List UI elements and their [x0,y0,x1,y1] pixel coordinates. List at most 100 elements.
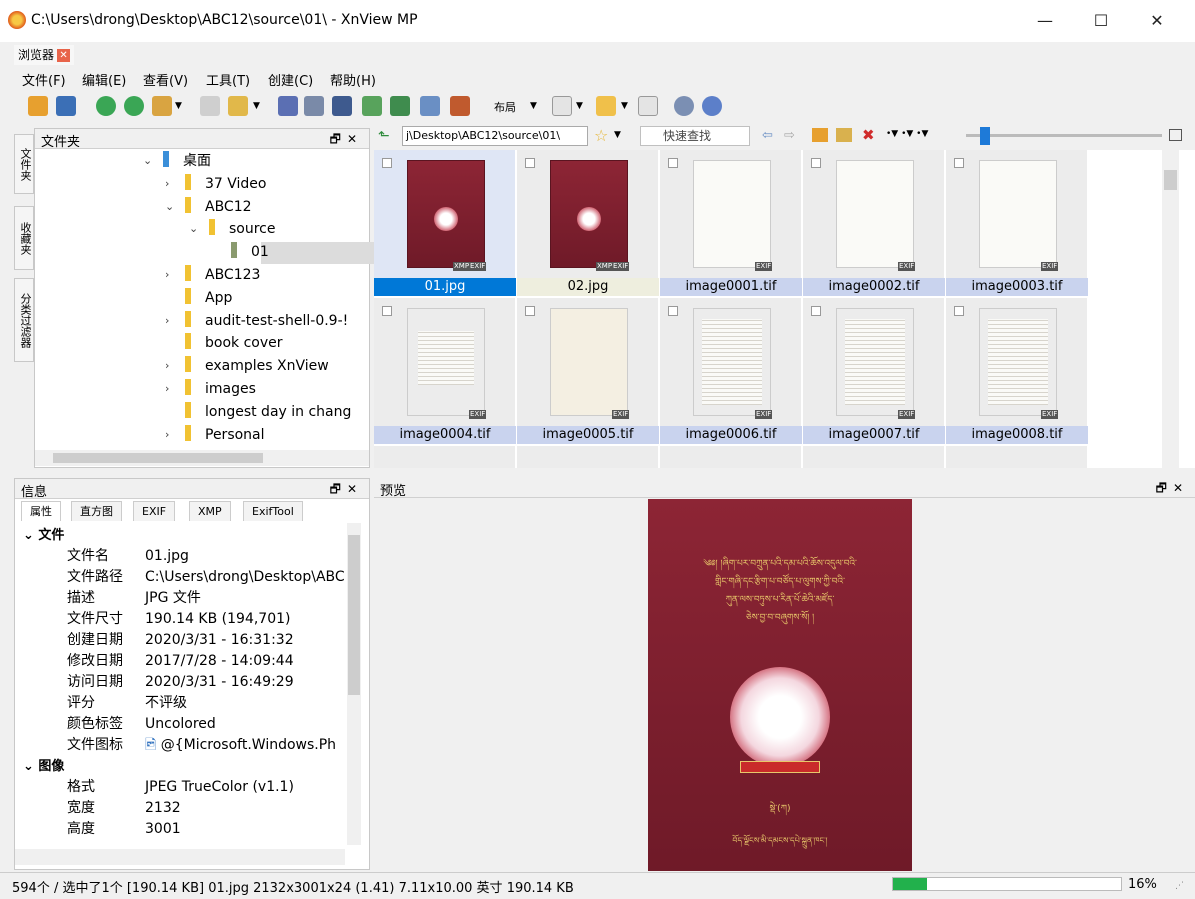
tree-item[interactable]: ⌄ ABC12 [35,196,381,218]
collapse-arrow-icon[interactable]: ⌄ [23,528,38,543]
close-window-button[interactable]: ✕ [1134,6,1180,36]
delete-icon[interactable]: ✖ [862,126,875,144]
thumbnail-scroll-thumb[interactable] [1164,170,1177,190]
favorites-star-icon[interactable]: ☆ [594,126,608,145]
menu-help[interactable]: 帮助(H) [330,70,376,89]
info-tab-exif[interactable]: EXIF [133,501,176,521]
expand-arrow-icon[interactable]: › [165,355,169,377]
tree-item[interactable]: ⌄ 桌面 [35,150,381,172]
thumbnail-checkbox[interactable] [382,158,392,168]
collapse-arrow-icon[interactable]: ⌄ [23,759,38,774]
thumbnail-checkbox[interactable] [954,306,964,316]
contact-sheet-icon[interactable] [450,96,470,116]
tab-browser[interactable]: 浏览器 ✕ [14,45,75,65]
maximize-button[interactable]: ☐ [1078,6,1124,36]
tree-item[interactable]: › audit-test-shell-0.9-! [35,310,381,332]
export-icon[interactable] [228,96,248,116]
collapse-arrow-icon[interactable]: ⌄ [165,196,174,218]
tree-item[interactable]: App [35,287,381,309]
thumbnail-item[interactable]: EXIF image0004.tif [374,298,516,444]
info-vertical-scrollbar[interactable] [347,523,361,845]
quick-search-input[interactable]: 快速查找 [640,126,750,146]
expand-arrow-icon[interactable]: › [165,378,169,400]
thumbnail-item-partial[interactable] [517,446,659,468]
scanner-icon[interactable] [332,96,352,116]
import-dropdown-icon[interactable]: ▼ [175,101,182,111]
thumbnail-item[interactable]: EXIF image0005.tif [517,298,659,444]
filter-icon[interactable] [596,96,616,116]
menu-file[interactable]: 文件(F) [22,70,66,89]
menu-tools[interactable]: 工具(T) [206,70,250,89]
thumbnail-checkbox[interactable] [668,158,678,168]
capture-icon[interactable] [420,96,440,116]
thumbnail-checkbox[interactable] [382,306,392,316]
open-folder-icon[interactable] [28,96,48,116]
help-icon[interactable] [702,96,722,116]
forward-arrow-icon[interactable]: ⇨ [784,128,795,143]
expand-arrow-icon[interactable]: › [165,173,169,195]
resize-grip-icon[interactable]: ⋰ [1175,881,1184,891]
info-scroll-thumb[interactable] [348,535,360,695]
folder-tree-horizontal-scrollbar[interactable] [35,450,369,466]
tree-item[interactable]: 01 [35,241,381,263]
info-tab-exiftool[interactable]: ExifTool [243,501,303,521]
path-input[interactable]: j\Desktop\ABC12\source\01\ [402,126,588,146]
favorites-dropdown-icon[interactable]: ▼ [614,130,621,140]
preview-panel-buttons[interactable]: 🗗✕ [1156,479,1189,500]
slideshow-icon[interactable] [362,96,382,116]
tree-item[interactable]: › 37 Video [35,173,381,195]
layout-button[interactable]: 布局 [494,99,516,115]
tree-item[interactable]: › examples XnView [35,355,381,377]
thumbnail-item[interactable]: EXIF image0001.tif [660,150,802,296]
import-icon[interactable] [152,96,172,116]
view-mode-dropdown-icon[interactable]: ▼ [576,101,583,111]
new-file-icon[interactable] [200,96,220,116]
side-tab-folders[interactable]: 文件夹 [14,134,34,194]
back-arrow-icon[interactable]: ⇦ [762,128,773,143]
thumbnail-item-partial[interactable] [660,446,802,468]
thumbnail-checkbox[interactable] [668,306,678,316]
thumbnail-checkbox[interactable] [811,158,821,168]
settings-gear-icon[interactable] [674,96,694,116]
go-up-icon[interactable]: ⬑ [378,128,394,144]
side-tab-favorites[interactable]: 收藏夹 [14,206,34,270]
thumbnail-checkbox[interactable] [811,306,821,316]
tree-item[interactable]: book cover [35,332,381,354]
thumbnail-item-partial[interactable] [803,446,945,468]
tree-item[interactable]: ⌄ source [35,218,381,240]
thumbnail-item-partial[interactable] [374,446,516,468]
sort-dropdown-icon[interactable]: •▼ •▼ •▼ [886,129,928,139]
tree-item[interactable]: longest day in chang [35,401,381,423]
thumbnail-item[interactable]: EXIF image0008.tif [946,298,1088,444]
compare-icon[interactable] [638,96,658,116]
info-tab-properties[interactable]: 属性 [21,501,61,521]
menu-edit[interactable]: 编辑(E) [82,70,126,89]
thumbnail-item[interactable]: EXIF image0002.tif [803,150,945,296]
filter-dropdown-icon[interactable]: ▼ [621,101,628,111]
thumbnail-checkbox[interactable] [525,158,535,168]
reload-icon[interactable] [124,96,144,116]
tree-item[interactable]: › Personal [35,424,381,446]
new-folder-icon[interactable] [812,128,828,142]
expand-arrow-icon[interactable]: › [165,264,169,286]
folder-tree-hscroll-thumb[interactable] [53,453,263,463]
info-horizontal-scrollbar[interactable] [15,849,345,865]
thumbnail-vertical-scrollbar[interactable] [1162,150,1179,468]
tree-item[interactable]: › images [35,378,381,400]
print-icon[interactable] [304,96,324,116]
expand-arrow-icon[interactable]: › [165,424,169,446]
thumbnail-item[interactable]: EXIF image0003.tif [946,150,1088,296]
menu-create[interactable]: 创建(C) [268,70,313,89]
thumbnail-item[interactable]: XMP EXIF 02.jpg [517,150,659,296]
collapse-arrow-icon[interactable]: ⌄ [143,150,152,172]
thumbnail-size-slider[interactable] [966,134,1162,137]
binoculars-icon[interactable] [278,96,298,116]
batch-icon[interactable] [390,96,410,116]
rename-icon[interactable] [836,128,852,142]
thumbnail-checkbox[interactable] [525,306,535,316]
layout-dropdown-icon[interactable]: ▼ [530,101,537,111]
thumbnail-item[interactable]: EXIF image0007.tif [803,298,945,444]
thumbnail-item-partial[interactable] [946,446,1088,468]
info-tab-histogram[interactable]: 直方图 [71,501,122,521]
collapse-arrow-icon[interactable]: ⌄ [189,218,198,240]
